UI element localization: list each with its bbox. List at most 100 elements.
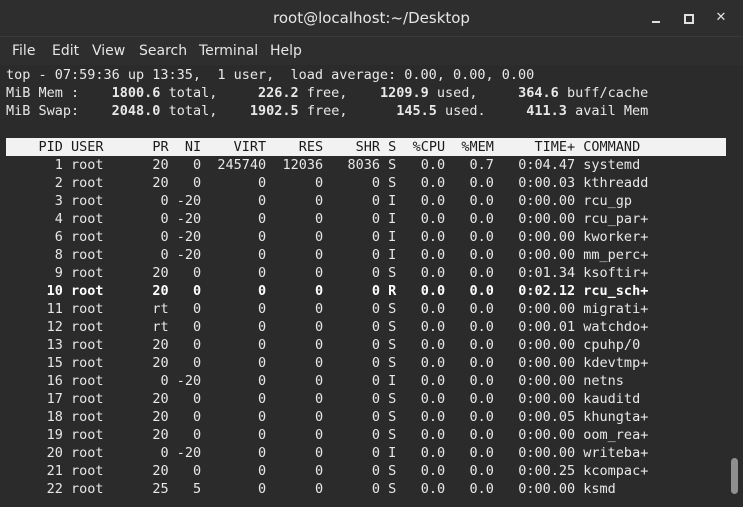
process-row: 9 root 20 0 0 0 0 S 0.0 0.0 0:01.34 ksof… <box>6 264 649 282</box>
cell-ni: 0 <box>176 301 202 317</box>
cell-cmd: kauditd <box>583 391 649 407</box>
cell-user: root <box>71 265 137 281</box>
cell-pid: 22 <box>6 481 63 497</box>
swap-avail-label: avail Mem <box>575 103 649 119</box>
cell-pr: 20 <box>136 409 169 425</box>
cell-virt: 0 <box>209 247 267 263</box>
process-row: 1 root 20 0 245740 12036 8036 S 0.0 0.7 … <box>6 156 648 174</box>
cell-cmd: khungta+ <box>583 409 649 425</box>
cell-user: root <box>71 319 137 335</box>
cell-mem: 0.0 <box>453 229 494 245</box>
process-row: 13 root 20 0 0 0 0 S 0.0 0.0 0:00.00 cpu… <box>6 336 648 354</box>
title-bar[interactable]: root@localhost:~/Desktop ✕ <box>0 0 743 36</box>
cell-time: 0:00.00 <box>502 481 576 497</box>
cell-virt: 0 <box>209 337 267 353</box>
cell-s: S <box>388 409 397 425</box>
cell-s: S <box>388 355 397 371</box>
menu-edit[interactable]: Edit <box>52 43 79 59</box>
process-row: 8 root 0 -20 0 0 0 I 0.0 0.0 0:00.00 mm_… <box>6 246 649 264</box>
cell-cmd: migrati+ <box>583 301 649 317</box>
col-header-user: USER <box>71 139 137 155</box>
cell-cpu: 0.0 <box>404 409 446 425</box>
cell-cpu: 0.0 <box>404 301 446 317</box>
menu-view[interactable]: View <box>92 43 125 59</box>
cell-cmd: writeba+ <box>583 445 649 461</box>
minimize-icon <box>652 21 660 23</box>
process-row: 11 root rt 0 0 0 0 S 0.0 0.0 0:00.00 mig… <box>6 300 649 318</box>
terminal-output[interactable]: top - 07:59:36 up 13:35, 1 user, load av… <box>0 65 743 507</box>
cell-ni: -20 <box>176 193 202 209</box>
cell-mem: 0.0 <box>453 211 494 227</box>
col-header-pr: PR <box>136 139 169 155</box>
minimize-button[interactable] <box>647 9 665 27</box>
cell-shr: 0 <box>331 301 381 317</box>
col-header-time: TIME+ <box>502 139 576 155</box>
cell-pid: 10 <box>6 283 63 299</box>
cell-pr: 20 <box>136 337 169 353</box>
cell-mem: 0.0 <box>453 427 494 443</box>
col-header-shr: SHR <box>331 139 381 155</box>
cell-res: 0 <box>274 265 324 281</box>
cell-res: 0 <box>274 481 324 497</box>
cell-pr: 20 <box>136 283 169 299</box>
cell-cpu: 0.0 <box>404 427 446 443</box>
close-button[interactable]: ✕ <box>712 9 730 27</box>
menu-terminal[interactable]: Terminal <box>199 43 258 59</box>
menu-search[interactable]: Search <box>139 43 187 59</box>
cell-time: 0:01.34 <box>502 265 576 281</box>
cell-res: 0 <box>274 283 324 299</box>
cell-user: root <box>71 229 137 245</box>
cell-pid: 9 <box>6 265 63 281</box>
cell-time: 0:00.00 <box>502 193 576 209</box>
cell-ni: 0 <box>176 337 202 353</box>
cell-res: 0 <box>274 355 324 371</box>
menu-help[interactable]: Help <box>270 43 302 59</box>
cell-pid: 2 <box>6 175 63 191</box>
cell-cpu: 0.0 <box>404 157 446 173</box>
menu-file[interactable]: File <box>12 43 35 59</box>
cell-shr: 0 <box>331 355 381 371</box>
cell-ni: 0 <box>176 157 202 173</box>
cell-ni: 5 <box>176 481 202 497</box>
cell-user: root <box>71 409 137 425</box>
cell-res: 0 <box>274 301 324 317</box>
cell-pr: 25 <box>136 481 169 497</box>
mem-cache: 364.6 <box>518 85 559 101</box>
cell-virt: 0 <box>209 265 267 281</box>
cell-mem: 0.0 <box>453 409 494 425</box>
cell-time: 0:00.00 <box>502 427 576 443</box>
cell-mem: 0.0 <box>453 283 494 299</box>
maximize-button[interactable] <box>679 9 697 27</box>
cell-s: I <box>388 373 397 389</box>
process-row: 15 root 20 0 0 0 0 S 0.0 0.0 0:00.00 kde… <box>6 354 649 372</box>
cell-pr: 20 <box>136 391 169 407</box>
cell-user: root <box>71 193 137 209</box>
cell-pid: 11 <box>6 301 63 317</box>
cell-s: I <box>388 445 397 461</box>
cell-user: root <box>71 283 137 299</box>
cell-cmd: ksoftir+ <box>583 265 649 281</box>
swap-avail: 411.3 <box>526 103 567 119</box>
terminal-window: root@localhost:~/Desktop ✕ File Edit Vie… <box>0 0 743 507</box>
scrollbar-thumb[interactable] <box>731 458 738 494</box>
swap-used: 145.5 <box>396 103 437 119</box>
cell-cpu: 0.0 <box>404 391 446 407</box>
cell-s: S <box>388 391 397 407</box>
cell-cmd: kworker+ <box>583 229 649 245</box>
col-header-cpu: %CPU <box>404 139 446 155</box>
cell-cpu: 0.0 <box>404 463 446 479</box>
process-row: 18 root 20 0 0 0 0 S 0.0 0.0 0:00.05 khu… <box>6 408 649 426</box>
cell-cmd: mm_perc+ <box>583 247 649 263</box>
cell-ni: 0 <box>176 319 202 335</box>
cell-pid: 3 <box>6 193 63 209</box>
cell-shr: 0 <box>331 283 381 299</box>
cell-time: 0:00.00 <box>502 301 576 317</box>
cell-pr: 20 <box>136 175 169 191</box>
col-header-virt: VIRT <box>209 139 267 155</box>
swap-free-label: free, <box>306 103 348 119</box>
cell-res: 0 <box>274 229 324 245</box>
menu-bar: File Edit View Search Terminal Help <box>0 36 743 65</box>
cell-user: root <box>71 355 137 371</box>
cell-cmd: cpuhp/0 <box>583 337 649 353</box>
cell-ni: 0 <box>176 265 202 281</box>
